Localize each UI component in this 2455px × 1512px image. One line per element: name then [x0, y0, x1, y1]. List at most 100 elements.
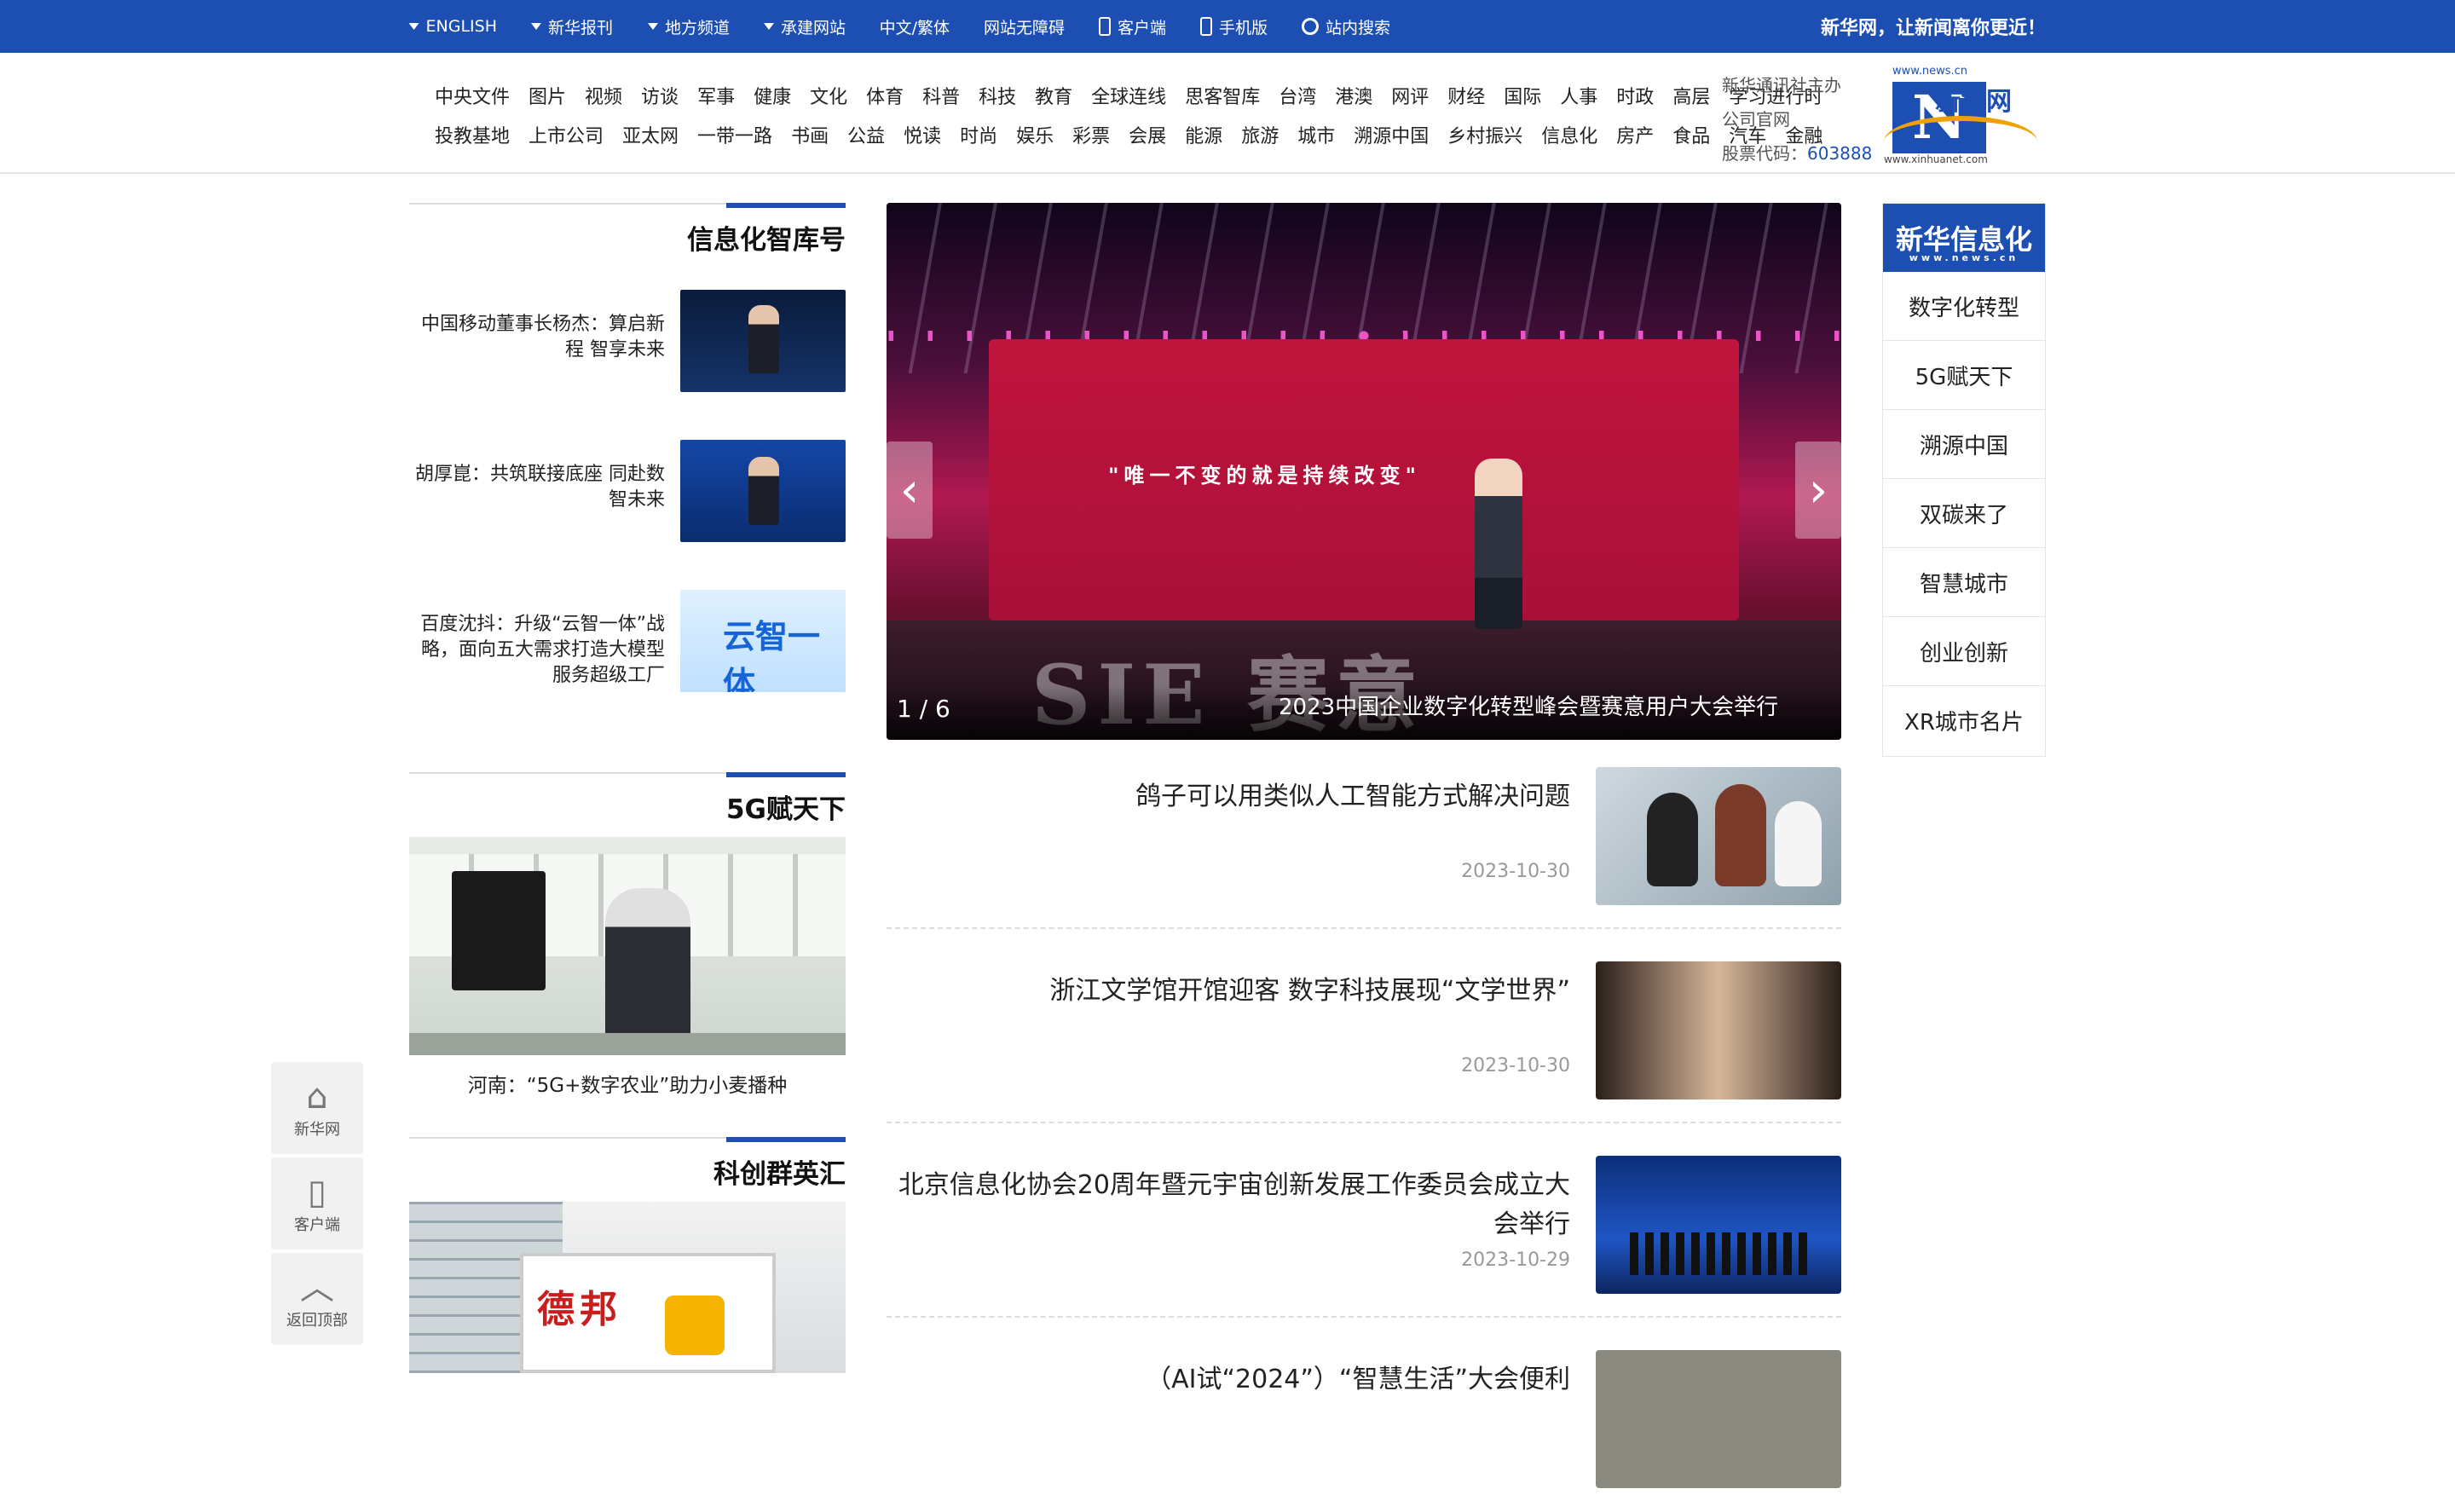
nav-link[interactable]: 会展 — [1129, 121, 1166, 148]
main-nav-row2: 投教基地 上市公司 亚太网 一带一路 书画 公益 悦读 时尚 娱乐 彩票 会展 能源 旅游 城市 溯源中国乡… — [435, 121, 1822, 148]
chevron-left-icon: ‹ — [899, 462, 920, 518]
nav-link[interactable]: 乡村振兴 — [1447, 121, 1522, 148]
nav-link[interactable]: 投教基地 — [435, 121, 510, 148]
link-client[interactable]: 客户端 — [1098, 15, 1166, 38]
nav-link[interactable]: 溯源中国 — [1354, 121, 1429, 148]
nav-link[interactable]: 文化 — [810, 82, 847, 109]
item-image — [680, 290, 846, 392]
nav-link[interactable]: 体育 — [866, 82, 904, 109]
nav-link[interactable]: 一带一路 — [697, 121, 772, 148]
sidebar-item[interactable]: 创业创新 — [1883, 617, 2045, 686]
nav-link[interactable]: 中央文件 — [435, 82, 510, 109]
nav-link[interactable]: 军事 — [697, 82, 735, 109]
section-title[interactable]: 科创群英汇 — [713, 1152, 846, 1191]
nav-link[interactable]: 访谈 — [641, 82, 679, 109]
list-item[interactable]: 云智一体 百度沈抖：升级“云智一体”战略，面向五大需求打造大模型服务超级工厂 — [409, 590, 846, 694]
nav-link[interactable]: 房产 — [1616, 121, 1654, 148]
host-line2: 公司官网 — [1722, 109, 1790, 130]
nav-link[interactable]: 信息化 — [1541, 121, 1597, 148]
nav-link[interactable]: 彩票 — [1072, 121, 1110, 148]
news-title[interactable]: 鸽子可以用类似人工智能方式解决问题 — [897, 777, 1570, 817]
news-item[interactable]: 北京信息化协会20周年暨元宇宙创新发展工作委员会成立大会举行 2023-10-2… — [887, 1156, 1841, 1318]
section-title[interactable]: 信息化智库号 — [687, 218, 846, 257]
link-hosted-sites[interactable]: 承建网站 — [763, 15, 846, 38]
host-line1: 新华通讯社主办 — [1722, 75, 1841, 95]
nav-link[interactable]: 教育 — [1035, 82, 1072, 109]
link-chinese-traditional[interactable]: 中文/繁体 — [880, 15, 950, 38]
5g-image[interactable] — [409, 837, 846, 1055]
sidebar-header[interactable]: 新华信息化 www.news.cn — [1883, 204, 2045, 272]
nav-link[interactable]: 图片 — [529, 82, 566, 109]
sidebar-item[interactable]: 溯源中国 — [1883, 410, 2045, 479]
nav-link[interactable]: 亚太网 — [622, 121, 679, 148]
nav-link[interactable]: 人事 — [1560, 82, 1597, 109]
sidebar-item[interactable]: 5G赋天下 — [1883, 341, 2045, 410]
nav-link[interactable]: 时尚 — [960, 121, 997, 148]
carousel-caption[interactable]: 2023中国企业数字化转型峰会暨赛意用户大会举行 — [1279, 690, 1778, 721]
sidebar-item[interactable]: XR城市名片 — [1883, 686, 2045, 755]
link-english[interactable]: ENGLISH — [409, 17, 497, 36]
nav-link[interactable]: 财经 — [1447, 82, 1485, 109]
nav-link[interactable]: 城市 — [1297, 121, 1335, 148]
news-item[interactable]: （AI试“2024”）“智慧生活”大会便利 — [887, 1350, 1841, 1512]
link-newspapers[interactable]: 新华报刊 — [531, 15, 614, 38]
list-item[interactable]: 胡厚崑：共筑联接底座 同赴数智未来 — [409, 440, 846, 544]
nav-link[interactable]: 港澳 — [1335, 82, 1372, 109]
news-item[interactable]: 鸽子可以用类似人工智能方式解决问题 2023-10-30 — [887, 767, 1841, 929]
5g-caption[interactable]: 河南：“5G+数字农业”助力小麦播种 — [409, 1069, 846, 1098]
nav-link[interactable]: 旅游 — [1241, 121, 1279, 148]
nav-link[interactable]: 网评 — [1391, 82, 1429, 109]
site-search[interactable]: 站内搜索 — [1301, 15, 1390, 38]
news-item[interactable]: 浙江文学馆开馆迎客 数字科技展现“文学世界” 2023-10-30 — [887, 961, 1841, 1123]
nav-link[interactable]: 科技 — [979, 82, 1016, 109]
chevron-right-icon: › — [1808, 462, 1828, 518]
nav-link[interactable]: 健康 — [754, 82, 791, 109]
nav-link[interactable]: 上市公司 — [529, 121, 604, 148]
section-title[interactable]: 5G赋天下 — [726, 788, 846, 826]
list-item[interactable]: 中国移动董事长杨杰：算启新程 智享未来 — [409, 290, 846, 394]
logo-text: 新华网 — [1935, 87, 2012, 117]
kcb-image[interactable]: 德邦 — [409, 1202, 846, 1373]
headline-carousel[interactable]: "唯一不变的就是持续改变" SIE 赛意 1 / 6 2023中国企业数字化转型… — [887, 203, 1841, 740]
home-button[interactable]: ⌂ 新华网 — [271, 1062, 363, 1154]
nav-link[interactable]: 能源 — [1185, 121, 1222, 148]
nav-link[interactable]: 视频 — [585, 82, 622, 109]
nav-link[interactable]: 思客智库 — [1185, 82, 1260, 109]
news-title[interactable]: 浙江文学馆开馆迎客 数字科技展现“文学世界” — [897, 972, 1570, 1011]
nav-link[interactable]: 时政 — [1616, 82, 1654, 109]
section-kcb: 科创群英汇 — [409, 1137, 846, 1190]
link-mobile[interactable]: 手机版 — [1199, 15, 1268, 38]
nav-link[interactable]: 悦读 — [904, 121, 941, 148]
item-title[interactable]: 中国移动董事长杨杰：算启新程 智享未来 — [409, 312, 665, 363]
nav-link[interactable]: 台湾 — [1279, 82, 1316, 109]
phone-icon — [1098, 17, 1111, 36]
news-thumbnail — [1596, 961, 1841, 1099]
nav-link[interactable]: 书画 — [791, 121, 829, 148]
carousel-next-button[interactable]: › — [1795, 441, 1841, 539]
news-title[interactable]: （AI试“2024”）“智慧生活”大会便利 — [897, 1360, 1570, 1399]
info-sidebar: 新华信息化 www.news.cn 数字化转型 5G赋天下 溯源中国 双碳来了 … — [1882, 203, 2046, 757]
nav-link[interactable]: 高层 — [1672, 82, 1710, 109]
sidebar-item[interactable]: 双碳来了 — [1883, 479, 2045, 548]
nav-link[interactable]: 国际 — [1504, 82, 1541, 109]
link-accessibility[interactable]: 网站无障碍 — [984, 15, 1065, 38]
sidebar-item[interactable]: 智慧城市 — [1883, 548, 2045, 617]
float-toolbar: ⌂ 新华网 ▯ 客户端 ︿ 返回顶部 — [271, 1062, 363, 1348]
section-header: 5G赋天下 — [409, 772, 846, 825]
sidebar-item[interactable]: 数字化转型 — [1883, 272, 2045, 341]
back-to-top-button[interactable]: ︿ 返回顶部 — [271, 1253, 363, 1345]
nav-link[interactable]: 娱乐 — [1016, 121, 1054, 148]
client-button[interactable]: ▯ 客户端 — [271, 1157, 363, 1249]
nav-link[interactable]: 食品 — [1672, 121, 1710, 148]
link-local-channels[interactable]: 地方频道 — [647, 15, 730, 38]
nav-link[interactable]: 全球连线 — [1091, 82, 1166, 109]
item-title[interactable]: 百度沈抖：升级“云智一体”战略，面向五大需求打造大模型服务超级工厂 — [409, 612, 665, 689]
item-title[interactable]: 胡厚崑：共筑联接底座 同赴数智未来 — [409, 462, 665, 513]
news-title[interactable]: 北京信息化协会20周年暨元宇宙创新发展工作委员会成立大会举行 — [897, 1166, 1570, 1244]
site-logo[interactable]: www.news.cn N 新华网 www.xinhuanet.com — [1884, 65, 2046, 165]
nav-link[interactable]: 科普 — [922, 82, 960, 109]
carousel-prev-button[interactable]: ‹ — [887, 441, 933, 539]
top-bar: 新华网，让新闻离你更近！ ENGLISH 新华报刊 地方频道 承建网站 中文/繁… — [0, 0, 2455, 53]
nav-link[interactable]: 公益 — [847, 121, 885, 148]
phone-icon: ▯ — [307, 1173, 326, 1212]
